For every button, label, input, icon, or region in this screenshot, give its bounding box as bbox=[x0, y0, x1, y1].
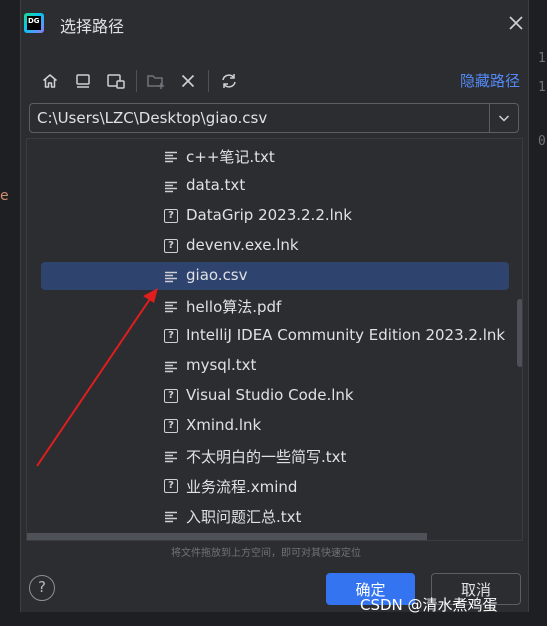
delete-icon[interactable] bbox=[177, 70, 199, 92]
file-row[interactable]: data.txt bbox=[27, 171, 522, 201]
file-name: IntelliJ IDEA Community Edition 2023.2.l… bbox=[186, 326, 506, 344]
unknown-file-icon: ? bbox=[164, 389, 178, 403]
text-file-icon bbox=[164, 449, 178, 463]
file-name: 入职问题汇总.txt bbox=[186, 508, 302, 526]
file-name: hello算法.pdf bbox=[186, 298, 282, 316]
file-name: data.txt bbox=[186, 176, 246, 194]
file-row-selected[interactable]: giao.csv bbox=[27, 261, 522, 291]
text-file-icon bbox=[164, 179, 178, 193]
file-row[interactable]: 入职问题汇总.txt bbox=[27, 501, 522, 531]
desktop-icon[interactable] bbox=[72, 70, 94, 92]
file-row[interactable]: mysql.txt bbox=[27, 351, 522, 381]
home-icon[interactable] bbox=[39, 70, 61, 92]
refresh-icon[interactable] bbox=[218, 70, 240, 92]
file-row[interactable]: 不太明白的一些简写.txt bbox=[27, 441, 522, 471]
new-folder-icon[interactable] bbox=[145, 70, 167, 92]
file-name: Visual Studio Code.lnk bbox=[186, 386, 354, 404]
file-name: devenv.exe.lnk bbox=[186, 236, 299, 254]
file-row[interactable]: ? Visual Studio Code.lnk bbox=[27, 381, 522, 411]
file-name: 不太明白的一些简写.txt bbox=[186, 448, 347, 466]
file-name: mysql.txt bbox=[186, 356, 257, 374]
gutter-line-number: 0 bbox=[538, 134, 546, 149]
datagrip-app-icon: DG bbox=[24, 13, 44, 33]
file-row[interactable]: ? 业务流程.xmind bbox=[27, 471, 522, 501]
file-row[interactable]: ? devenv.exe.lnk bbox=[27, 231, 522, 261]
file-row[interactable]: c++笔记.txt bbox=[27, 141, 522, 171]
help-button[interactable]: ? bbox=[29, 575, 55, 601]
unknown-file-icon: ? bbox=[164, 419, 178, 433]
unknown-file-icon: ? bbox=[164, 239, 178, 253]
background-editor-left: e bbox=[0, 0, 20, 626]
file-row[interactable]: hello算法.pdf bbox=[27, 291, 522, 321]
file-name: 业务流程.xmind bbox=[186, 478, 298, 496]
file-tree[interactable]: 数据1.csv入职问题汇总.txt?业务流程.xmind不太明白的一些简写.tx… bbox=[26, 138, 523, 541]
unknown-file-icon: ? bbox=[164, 209, 178, 223]
project-icon[interactable] bbox=[105, 70, 127, 92]
path-history-dropdown[interactable] bbox=[489, 104, 518, 132]
file-name: c++笔记.txt bbox=[186, 148, 275, 166]
file-row[interactable]: ? IntelliJ IDEA Community Edition 2023.2.… bbox=[27, 321, 522, 351]
file-name: Xmind.lnk bbox=[186, 416, 262, 434]
background-code-snippet: e bbox=[0, 188, 9, 204]
text-file-icon bbox=[164, 299, 178, 313]
horizontal-scrollbar[interactable] bbox=[27, 533, 427, 540]
background-editor-gutter: 1 1 0 bbox=[527, 0, 547, 626]
text-file-icon bbox=[164, 269, 178, 283]
hide-path-link[interactable]: 隐藏路径 bbox=[460, 70, 520, 91]
dialog-titlebar[interactable]: DG 选择路径 bbox=[21, 0, 528, 50]
text-file-icon bbox=[164, 359, 178, 373]
file-chooser-toolbar: 隐藏路径 bbox=[21, 64, 528, 96]
path-combobox bbox=[29, 103, 519, 133]
file-row[interactable]: ? DataGrip 2023.2.2.lnk bbox=[27, 201, 522, 231]
unknown-file-icon: ? bbox=[164, 479, 178, 493]
dialog-title: 选择路径 bbox=[60, 17, 125, 36]
unknown-file-icon: ? bbox=[164, 329, 178, 343]
file-row[interactable]: ? Xmind.lnk bbox=[27, 411, 522, 441]
file-name: giao.csv bbox=[186, 266, 248, 284]
drag-drop-hint: 将文件拖放到上方空间，即可对其快速定位 bbox=[171, 548, 361, 559]
path-input[interactable] bbox=[30, 104, 492, 132]
vertical-scrollbar[interactable] bbox=[517, 299, 522, 367]
gutter-line-number: 1 bbox=[538, 51, 546, 66]
text-file-icon bbox=[164, 509, 178, 523]
selection-highlight bbox=[41, 262, 509, 290]
file-name: DataGrip 2023.2.2.lnk bbox=[186, 206, 352, 224]
text-file-icon bbox=[164, 149, 178, 163]
watermark: CSDN @清水煮鸡蛋 bbox=[360, 596, 498, 614]
close-icon[interactable] bbox=[507, 14, 525, 32]
chevron-down-icon bbox=[498, 115, 510, 122]
choose-path-dialog: DG 选择路径 隐藏路径 数据1 bbox=[20, 0, 529, 612]
gutter-line-number: 1 bbox=[538, 80, 546, 95]
